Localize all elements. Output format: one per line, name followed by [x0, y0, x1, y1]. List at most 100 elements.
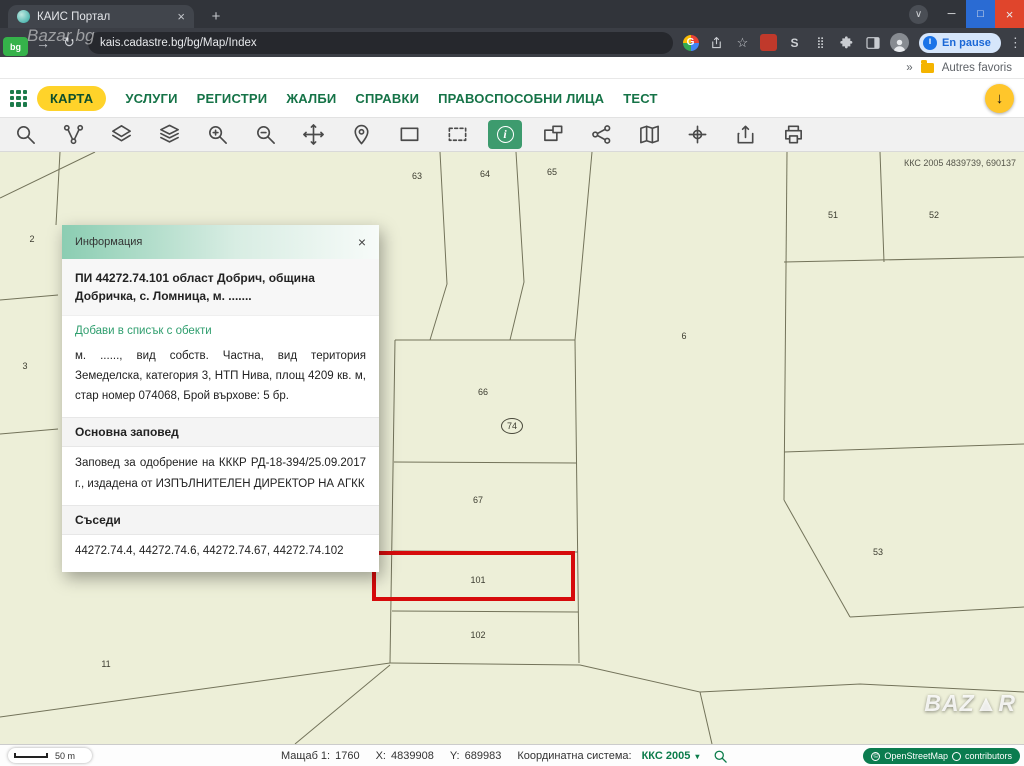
- crs-dropdown[interactable]: ККС 2005 ▾: [642, 750, 700, 762]
- site-navbar: КАРТА УСЛУГИ РЕГИСТРИ ЖАЛБИ СПРАВКИ ПРАВОСПОС…: [0, 79, 1024, 117]
- minimize-button[interactable]: ─: [937, 0, 966, 28]
- tab-search-icon[interactable]: ∨: [909, 5, 928, 24]
- s-extension-icon[interactable]: S: [786, 34, 803, 51]
- bookmark-star-icon[interactable]: ☆: [734, 34, 751, 51]
- download-button[interactable]: ↓: [985, 84, 1014, 113]
- parcel-label-2: 2: [29, 234, 34, 244]
- nav-item-3[interactable]: ЖАЛБИ: [286, 91, 336, 106]
- x-value: 4839908: [391, 750, 434, 762]
- parcel-label-64: 64: [480, 169, 490, 179]
- nav-item-5[interactable]: ПРАВОСПОСОБНИ ЛИЦА: [438, 91, 604, 106]
- layers-tool-icon[interactable]: [104, 120, 138, 149]
- nav-item-4[interactable]: СПРАВКИ: [355, 91, 419, 106]
- parcel-label-51: 51: [828, 210, 838, 220]
- export-tool-icon[interactable]: [728, 120, 762, 149]
- layer-stack-tool-icon[interactable]: [152, 120, 186, 149]
- snap-tool-icon[interactable]: [680, 120, 714, 149]
- y-label: Y:: [450, 750, 460, 762]
- chevron-down-icon: ▾: [695, 752, 699, 761]
- side-panel-icon[interactable]: [864, 34, 881, 51]
- scale-label: Мащаб 1:: [281, 750, 330, 762]
- adblock-extension-icon[interactable]: [760, 34, 777, 51]
- print-tool-icon[interactable]: [776, 120, 810, 149]
- nav-item-6[interactable]: ТЕСТ: [623, 91, 657, 106]
- add-to-list-link[interactable]: Добави в списък с обекти: [62, 316, 379, 340]
- topology-tool-icon[interactable]: [56, 120, 90, 149]
- parcel-label-67: 67: [473, 495, 483, 505]
- neighbors-list: 44272.74.4, 44272.74.6, 44272.74.67, 442…: [62, 535, 379, 572]
- back-icon[interactable]: ←: [4, 35, 30, 51]
- other-bookmarks-label[interactable]: Autres favoris: [942, 62, 1012, 74]
- sync-paused-button[interactable]: ‖ En pause: [919, 33, 1001, 53]
- scale-value: 1760: [335, 750, 359, 762]
- profile-avatar[interactable]: [890, 33, 909, 52]
- scale-bar-label: 50 m: [55, 751, 75, 761]
- parcel-label-66: 66: [478, 387, 488, 397]
- identify-tool-icon[interactable]: [536, 120, 570, 149]
- copyright-icon: ©: [871, 752, 880, 761]
- cursor-coordinates-readout: ККС 2005 4839739, 690137: [904, 158, 1016, 168]
- info-panel-header: Информация ×: [62, 225, 379, 259]
- nav-item-1[interactable]: УСЛУГИ: [125, 91, 177, 106]
- parcel-label-53: 53: [873, 547, 883, 557]
- info-panel: Информация × ПИ 44272.74.101 област Добр…: [62, 225, 379, 572]
- window-controls: ─ □ ×: [937, 0, 1024, 28]
- y-value: 689983: [465, 750, 502, 762]
- window-close-button[interactable]: ×: [995, 0, 1024, 28]
- google-lens-icon[interactable]: G: [682, 34, 699, 51]
- tab-title: КАИС Портал: [37, 11, 170, 23]
- share-icon[interactable]: [708, 34, 725, 51]
- neighbors-section-title: Съседи: [62, 505, 379, 535]
- maximize-button[interactable]: □: [966, 0, 995, 28]
- parcel-label-52: 52: [929, 210, 939, 220]
- reload-icon[interactable]: ↻: [56, 34, 82, 51]
- map-tool-icon[interactable]: [632, 120, 666, 149]
- parcel-label-65: 65: [547, 167, 557, 177]
- browser-tab[interactable]: КАИС Портал ×: [8, 5, 194, 28]
- scale-bar-line: [14, 753, 48, 758]
- scale-bar: 50 m: [8, 748, 92, 763]
- parcel-label-3: 3: [22, 361, 27, 371]
- url-input[interactable]: kais.cadastre.bg/bg/Map/Index: [88, 32, 673, 54]
- pan-tool-icon[interactable]: [296, 120, 330, 149]
- crs-value: ККС 2005: [642, 750, 691, 762]
- qr-extension-icon[interactable]: ⣿: [812, 34, 829, 51]
- info-tool-icon[interactable]: i: [488, 120, 522, 149]
- nav-item-2[interactable]: РЕГИСТРИ: [197, 91, 268, 106]
- order-text: Заповед за одобрение на КККР РД-18-394/2…: [62, 447, 379, 504]
- forward-icon[interactable]: →: [30, 35, 56, 51]
- highlighted-parcel-rect: [372, 551, 575, 601]
- extensions-puzzle-icon[interactable]: [838, 34, 855, 51]
- parcel-heading: ПИ 44272.74.101 област Добрич, община До…: [62, 259, 379, 316]
- tab-close-icon[interactable]: ×: [177, 9, 185, 24]
- info-panel-close-icon[interactable]: ×: [358, 234, 366, 250]
- apps-grid-icon[interactable]: [10, 90, 27, 107]
- crs-label: Координатна система:: [517, 750, 631, 762]
- map-canvas[interactable]: 63646551522666743675310110211 ККС 2005 4…: [0, 152, 1024, 744]
- site-favicon: [17, 10, 30, 23]
- rect-extent-tool-icon[interactable]: [440, 120, 474, 149]
- new-tab-button[interactable]: +: [206, 6, 226, 26]
- folder-icon: [921, 63, 934, 73]
- x-label: X:: [376, 750, 386, 762]
- zoom-out-tool-icon[interactable]: [248, 120, 282, 149]
- bookmarks-overflow-icon[interactable]: »: [906, 62, 912, 74]
- info-dot-icon: [952, 752, 961, 761]
- search-tool-icon[interactable]: [8, 120, 42, 149]
- osm-attribution[interactable]: © OpenStreetMap contributors: [863, 748, 1020, 764]
- parcel-label-11: 11: [101, 659, 110, 669]
- parcel-label-63: 63: [412, 171, 422, 181]
- nav-item-0[interactable]: КАРТА: [37, 86, 106, 111]
- order-section-title: Основна заповед: [62, 417, 379, 447]
- rect-select-tool-icon[interactable]: [392, 120, 426, 149]
- coordinate-search-icon[interactable]: [713, 749, 728, 764]
- browser-menu-icon[interactable]: ⋮: [1009, 35, 1022, 51]
- status-readouts: Мащаб 1: 1760 X: 4839908 Y: 689983 Коорд…: [281, 745, 728, 766]
- url-text: kais.cadastre.bg/bg/Map/Index: [100, 37, 257, 49]
- parcel-details: м. ......, вид собств. Частна, вид терит…: [62, 340, 379, 417]
- marker-tool-icon[interactable]: [344, 120, 378, 149]
- zoom-in-tool-icon[interactable]: [200, 120, 234, 149]
- info-panel-title: Информация: [75, 236, 142, 248]
- map-toolbar: i: [0, 117, 1024, 152]
- share-tool-icon[interactable]: [584, 120, 618, 149]
